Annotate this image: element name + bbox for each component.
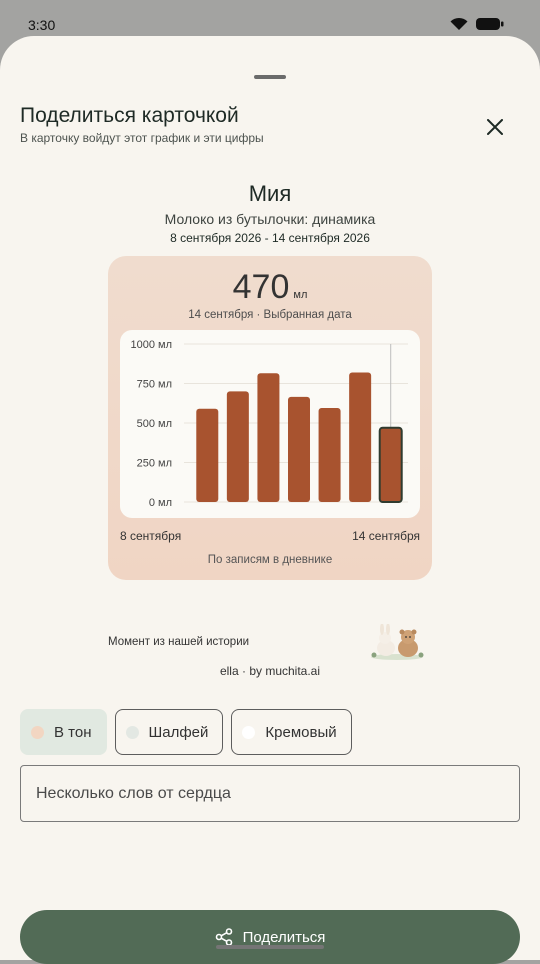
status-bar: 3:30 [0,0,540,36]
source-caption: По записям в дневнике [207,554,333,566]
chart-bar[interactable] [318,407,341,502]
y-tick-label: 500 мл [137,418,172,430]
sheet-subtitle: В карточку войдут этот график и эти цифр… [20,131,264,145]
plot-panel: 0 мл 250 мл 500 мл 750 мл 1000 мл [120,330,420,518]
chart-bar-selected[interactable] [378,426,403,503]
gesture-nav-bar [216,945,324,949]
bar-chart: 0 мл 250 мл 500 мл 750 мл 1000 мл [130,339,408,509]
chart-bar[interactable] [226,391,249,502]
status-icons [450,17,504,31]
theme-chip-tone[interactable]: В тон [20,709,107,755]
theme-chip-tone-label: В тон [54,723,92,741]
theme-chip-tone-swatch [31,725,44,739]
status-time: 3:30 [28,17,56,33]
x-axis-start-label: 8 сентября [120,529,182,543]
close-button[interactable] [482,114,508,140]
brand-footer: ella · by muchita.ai [219,664,321,678]
theme-chip-cream-swatch [242,725,256,739]
share-button[interactable]: Поделиться [20,910,520,964]
chart-title: Молоко из бутылочки: динамика [164,211,376,227]
chart-bar[interactable] [349,372,372,502]
date-range: 8 сентября 2026 - 14 сентября 2026 [170,231,370,245]
share-bottom-sheet: Поделиться карточкой В карточку войдут э… [0,36,540,964]
selected-value: 470 мл [108,268,432,307]
battery-icon [476,18,504,30]
share-button-label: Поделиться [242,928,326,946]
y-tick-label: 750 мл [137,379,172,391]
chart-bar[interactable] [196,408,219,502]
theme-chips: В тон Шалфей Кремовый [20,709,352,755]
sheet-title: Поделиться карточкой [20,104,239,127]
y-tick-label: 1000 мл [130,339,172,351]
selected-value-number: 470 [232,268,290,306]
theme-chip-cream-label: Кремовый [265,723,337,741]
drag-handle[interactable] [254,75,286,79]
y-tick-label: 0 мл [149,497,172,509]
child-name: Мия [248,181,292,206]
share-icon [215,928,232,946]
theme-chip-sage-swatch [125,725,139,739]
theme-chip-sage[interactable]: Шалфей [114,709,224,755]
bunny-bear-illustration [371,623,424,660]
chart-card: 470 мл 14 сентября · Выбранная дата 0 мл 2… [108,256,432,580]
selected-value-unit: мл [293,289,308,301]
x-axis-end-label: 14 сентября [352,529,420,543]
chart-bar[interactable] [288,396,310,502]
wifi-icon [450,17,468,30]
y-tick-label: 250 мл [137,458,172,470]
theme-chip-sage-label: Шалфей [148,723,209,741]
message-input[interactable] [20,765,520,822]
close-icon [487,119,503,135]
chart-bar[interactable] [257,373,280,502]
moment-caption: Момент из нашей истории [108,636,250,648]
animal-friends-illustration [368,623,426,665]
theme-chip-cream[interactable]: Кремовый [231,709,352,755]
selected-date-caption: 14 сентября · Выбранная дата [188,309,352,321]
